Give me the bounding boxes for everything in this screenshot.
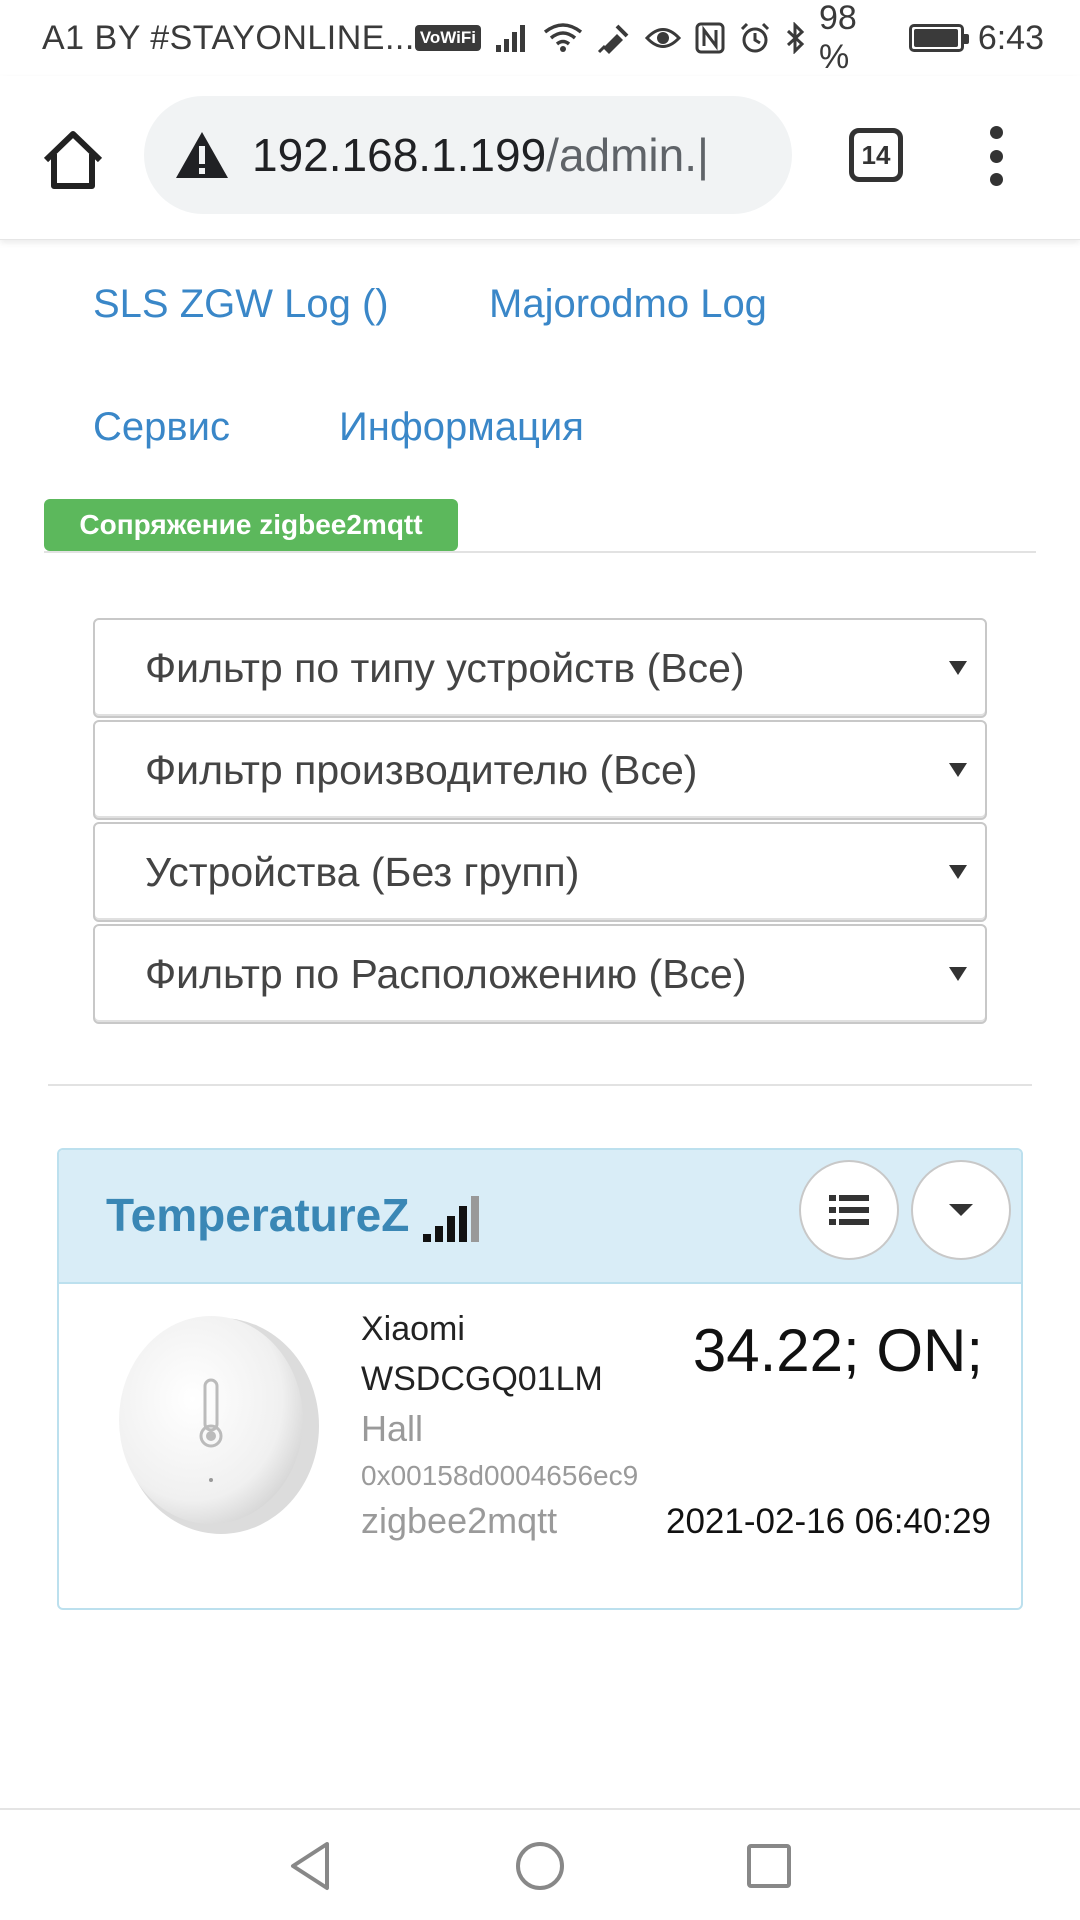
system-navigation-bar	[0, 1808, 1080, 1920]
manufacturer-filter-value: Фильтр производителю (Все)	[145, 746, 698, 793]
cellular-signal-icon	[495, 23, 529, 53]
url-path: /admin.|	[546, 129, 709, 181]
battery-icon	[908, 24, 969, 52]
warning-icon	[176, 132, 228, 178]
browser-toolbar: 192.168.1.199/admin.| 14	[0, 76, 1080, 240]
signal-strength-icon	[423, 1196, 479, 1242]
device-type-filter[interactable]: Фильтр по типу устройств (Все)	[93, 618, 987, 718]
group-filter[interactable]: Устройства (Без групп)	[93, 822, 987, 922]
dropdown-caret-icon	[949, 967, 967, 981]
wifi-icon	[543, 22, 583, 54]
nav-link-majordomo-log[interactable]: Majorodmo Log	[489, 282, 767, 327]
device-manufacturer: Xiaomi	[361, 1310, 465, 1348]
device-type-filter-value: Фильтр по типу устройств (Все)	[145, 644, 745, 691]
location-filter-value: Фильтр по Расположению (Все)	[145, 950, 747, 997]
list-icon	[829, 1195, 869, 1225]
carrier-name: A1 BY #STAYONLINE...	[42, 18, 415, 57]
menu-dot	[989, 126, 1003, 139]
group-filter-value: Устройства (Без групп)	[145, 848, 580, 895]
overflow-menu-button[interactable]	[978, 126, 1014, 186]
recents-button[interactable]	[741, 1838, 797, 1894]
device-card-header: TemperatureZ	[59, 1150, 1021, 1284]
pairing-button[interactable]: Сопряжение zigbee2mqtt	[44, 499, 458, 551]
url-host: 192.168.1.199	[252, 129, 547, 181]
device-menu-button[interactable]	[911, 1160, 1011, 1260]
dropdown-caret-icon	[949, 1204, 973, 1216]
nav-link-service[interactable]: Сервис	[93, 405, 230, 450]
bluetooth-icon	[785, 22, 805, 54]
device-address: 0x00158d0004656ec9	[361, 1460, 639, 1491]
device-title[interactable]: TemperatureZ	[106, 1188, 409, 1242]
device-last-update: 2021-02-16 06:40:29	[666, 1502, 991, 1541]
dropdown-caret-icon	[949, 865, 967, 879]
home-nav-button[interactable]	[512, 1838, 568, 1894]
address-bar[interactable]: 192.168.1.199/admin.|	[144, 96, 792, 214]
divider	[48, 1084, 1032, 1086]
device-value: 34.22; ON;	[692, 1317, 983, 1384]
device-source: zigbee2mqtt	[361, 1500, 558, 1541]
back-button[interactable]	[283, 1838, 339, 1894]
vowifi-icon: VoWiFi	[414, 25, 482, 51]
menu-dot	[989, 149, 1003, 163]
home-button[interactable]	[38, 124, 108, 194]
satellite-icon	[597, 22, 631, 54]
status-bar: A1 BY #STAYONLINE... VoWiFi 98 % 6:43	[0, 0, 1080, 76]
nav-link-sls-zgw-log[interactable]: SLS ZGW Log ()	[93, 282, 389, 327]
nav-link-information[interactable]: Информация	[339, 405, 584, 450]
device-image	[119, 1316, 319, 1534]
device-location: Hall	[361, 1408, 424, 1449]
eye-icon	[645, 25, 682, 51]
device-model: WSDCGQ01LM	[361, 1360, 603, 1398]
menu-dot	[989, 173, 1003, 186]
divider	[44, 551, 1036, 553]
url-text: 192.168.1.199/admin.|	[252, 128, 709, 182]
dropdown-caret-icon	[949, 661, 967, 675]
dropdown-caret-icon	[949, 763, 967, 777]
nfc-icon	[695, 22, 725, 54]
home-icon	[43, 131, 103, 189]
status-icons: VoWiFi 98 % 6:43	[414, 0, 1044, 77]
clock: 6:43	[977, 18, 1044, 57]
tab-switcher-button[interactable]: 14	[849, 128, 903, 182]
device-details-button[interactable]	[799, 1160, 899, 1260]
manufacturer-filter[interactable]: Фильтр производителю (Все)	[93, 720, 987, 820]
device-card: TemperatureZ Xiaomi WSDCGQ01LM Hall 0x00…	[57, 1148, 1023, 1610]
location-filter[interactable]: Фильтр по Расположению (Все)	[93, 924, 987, 1024]
battery-percent: 98 %	[819, 0, 857, 76]
alarm-icon	[739, 22, 771, 54]
